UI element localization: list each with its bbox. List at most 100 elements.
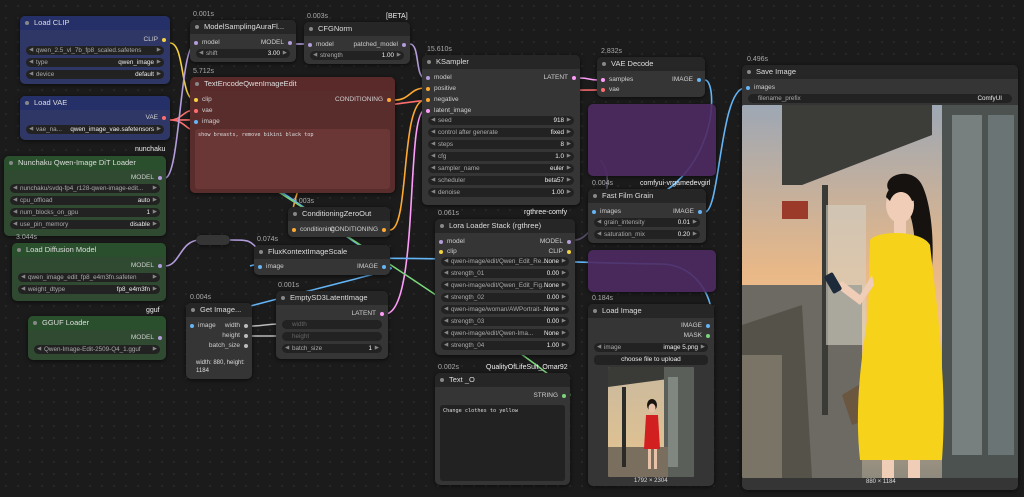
strength-04-input[interactable]: ◀ strength_04 1.00 ▶ — [441, 341, 569, 350]
empty-sd3-latent-node[interactable]: EmptySD3LatentImage LATENT width height … — [276, 291, 388, 359]
positive-input[interactable]: positive — [426, 85, 456, 92]
node-title[interactable]: Load VAE — [20, 96, 170, 110]
get-image-size-node[interactable]: Get Image... image width height batch_si… — [186, 303, 252, 379]
weight-dtype-select[interactable]: ◀ weight_dtype fp8_e4m3fn ▶ — [18, 285, 160, 294]
denoise-input[interactable]: ◀ denoise 1.00 ▶ — [428, 188, 574, 197]
clip-type-select[interactable]: ◀ type qwen_image ▶ — [26, 58, 164, 67]
node-title[interactable]: Save Image — [742, 65, 1018, 79]
bypassed-node[interactable] — [588, 250, 716, 292]
strength-01-input[interactable]: ◀ strength_01 0.00 ▶ — [441, 269, 569, 278]
lora-02-select[interactable]: ◀ qwen-image/edit/Qwen_Edit_Fig... None ▶ — [441, 281, 569, 290]
batch-size-input[interactable]: ◀ batch_size 1 ▶ — [282, 344, 382, 353]
prompt-textarea[interactable]: show breasts, remove bikini black top — [195, 129, 390, 189]
upload-button[interactable]: choose file to upload — [594, 355, 708, 365]
samples-input[interactable]: samples — [601, 76, 633, 83]
model-output[interactable]: MODEL — [261, 39, 293, 46]
node-title[interactable]: ModelSamplingAuraFl... — [190, 20, 296, 34]
lora-loader-stack-node[interactable]: Lora Loader Stack (rgthree) model clip M… — [435, 219, 575, 355]
gguf-model-select[interactable]: ◀ Qwen-Image-Edit-2509-Q4_1.gguf ▶ — [34, 345, 160, 354]
latent-output[interactable]: LATENT — [352, 310, 385, 317]
image-select[interactable]: ◀ image image 5.png ▶ — [594, 343, 708, 352]
vae-output[interactable]: VAE — [145, 114, 166, 121]
reroute-node[interactable] — [196, 235, 230, 245]
clip-name-select[interactable]: ◀ qwen_2.5_vl_7b_fp8_scaled.safetens ▶ — [26, 46, 164, 55]
node-title[interactable]: TextEncodeQwenImageEdit — [190, 77, 395, 91]
node-title[interactable]: CFGNorm — [304, 22, 410, 36]
model-output[interactable]: MODEL — [131, 334, 163, 341]
node-title[interactable]: ConditioningZeroOut — [288, 207, 390, 221]
node-title[interactable]: Nunchaku Qwen-Image DiT Loader — [4, 156, 166, 170]
load-diffusion-model-node[interactable]: Load Diffusion Model MODEL ◀ qwen_image_e… — [12, 243, 166, 301]
text-o-node[interactable]: Text _O STRING Change clothes to yellow — [435, 373, 570, 485]
model-output[interactable]: MODEL — [131, 262, 163, 269]
clip-input[interactable]: clip — [439, 248, 457, 255]
scheduler-select[interactable]: ◀ scheduler beta57 ▶ — [428, 176, 574, 185]
unet-name-select[interactable]: ◀ qwen_image_edit_fp8_e4m3fn.safeten ▶ — [18, 273, 160, 282]
image-output[interactable]: IMAGE — [357, 263, 386, 270]
latent-image-input[interactable]: latent_image — [426, 107, 471, 114]
images-input[interactable]: images — [592, 208, 621, 215]
load-vae-node[interactable]: Load VAE VAE ◀ vae_na... qwen_image_vae.sa… — [20, 96, 170, 140]
use-pin-memory-select[interactable]: ◀ use_pin_memory disable ▶ — [10, 220, 160, 229]
node-title[interactable]: FluxKontextImageScale — [254, 245, 390, 259]
node-title[interactable]: VAE Decode — [597, 57, 705, 71]
num-blocks-input[interactable]: ◀ num_blocks_on_gpu 1 ▶ — [10, 208, 160, 217]
string-output[interactable]: STRING — [533, 392, 566, 399]
cfg-input[interactable]: ◀ cfg 1.0 ▶ — [428, 152, 574, 161]
fast-film-grain-node[interactable]: Fast Film Grain images IMAGE ◀ grain_inte… — [588, 189, 706, 243]
model-output[interactable]: MODEL — [540, 238, 572, 245]
lora-04-select[interactable]: ◀ qwen-image/edit/Qwen-Ima... None ▶ — [441, 329, 569, 338]
model-path-select[interactable]: ◀ nunchaku/svdq-fp4_r128-qwen-image-edit.… — [10, 184, 160, 193]
ksampler-node[interactable]: KSampler model positive negative latent_… — [422, 55, 580, 205]
patched-model-output[interactable]: patched_model — [354, 41, 407, 48]
model-output[interactable]: MODEL — [131, 174, 163, 181]
load-image-node[interactable]: Load Image IMAGE MASK ◀ image image 5.png ▶… — [588, 304, 714, 486]
clip-output[interactable]: CLIP — [144, 36, 167, 43]
height-input[interactable]: height — [282, 332, 382, 341]
height-output[interactable]: height — [222, 332, 248, 339]
vae-input[interactable]: vae — [601, 86, 619, 93]
node-title[interactable]: Load CLIP — [20, 16, 170, 30]
mask-output[interactable]: MASK — [684, 332, 711, 339]
steps-input[interactable]: ◀ steps 8 ▶ — [428, 140, 574, 149]
shift-input[interactable]: ◀ shift 3.00 ▶ — [196, 49, 290, 58]
width-output[interactable]: width — [225, 322, 249, 329]
grain-intensity-input[interactable]: ◀ grain_intensity 0.01 ▶ — [594, 218, 700, 227]
image-output[interactable]: IMAGE — [681, 322, 710, 329]
node-title[interactable]: Load Diffusion Model — [12, 243, 166, 257]
node-title[interactable]: Fast Film Grain — [588, 189, 706, 203]
flux-kontext-image-scale-node[interactable]: FluxKontextImageScale image IMAGE — [254, 245, 390, 275]
seed-input[interactable]: ◀ seed 918 ▶ — [428, 116, 574, 125]
filename-prefix-input[interactable]: filename_prefix ComfyUI — [748, 94, 1012, 103]
node-title[interactable]: Lora Loader Stack (rgthree) — [435, 219, 575, 233]
lora-03-select[interactable]: ◀ qwen-image/woman/AWPortrait-... None ▶ — [441, 305, 569, 314]
images-input[interactable]: images — [746, 84, 775, 91]
cfgnorm-node[interactable]: CFGNorm model patched_model ◀ strength 1.0… — [304, 22, 410, 64]
vae-name-select[interactable]: ◀ vae_na... qwen_image_vae.safetensors ▶ — [26, 125, 164, 134]
batch-size-output[interactable]: batch_size — [209, 342, 249, 349]
save-image-node[interactable]: Save Image images filename_prefix ComfyUI — [742, 65, 1018, 490]
control-after-generate-select[interactable]: ◀ control after generate fixed ▶ — [428, 128, 574, 137]
latent-output[interactable]: LATENT — [544, 74, 577, 81]
cpu-offload-select[interactable]: ◀ cpu_offload auto ▶ — [10, 196, 160, 205]
clip-output[interactable]: CLIP — [549, 248, 572, 255]
bypassed-node[interactable] — [588, 104, 716, 176]
vae-decode-node[interactable]: VAE Decode samples vae IMAGE — [597, 57, 705, 97]
image-input[interactable]: image — [190, 322, 216, 329]
lora-01-select[interactable]: ◀ qwen-image/edit/Qwen_Edit_Re... None ▶ — [441, 257, 569, 266]
node-title[interactable]: Load Image — [588, 304, 714, 318]
clip-input[interactable]: clip — [194, 96, 212, 103]
text-input[interactable]: Change clothes to yellow — [440, 405, 565, 481]
node-title[interactable]: GGUF Loader — [28, 316, 166, 330]
vae-input[interactable]: vae — [194, 107, 212, 114]
model-input[interactable]: model — [194, 39, 220, 46]
model-input[interactable]: model — [308, 41, 334, 48]
saturation-mix-input[interactable]: ◀ saturation_mix 0.20 ▶ — [594, 230, 700, 239]
image-input[interactable]: image — [194, 118, 220, 125]
model-sampling-node[interactable]: ModelSamplingAuraFl... model MODEL ◀ shif… — [190, 20, 296, 62]
model-input[interactable]: model — [439, 238, 465, 245]
negative-input[interactable]: negative — [426, 96, 459, 103]
node-title[interactable]: Text _O — [435, 373, 570, 387]
node-title[interactable]: Get Image... — [186, 303, 252, 317]
strength-input[interactable]: ◀ strength 1.00 ▶ — [310, 51, 404, 60]
